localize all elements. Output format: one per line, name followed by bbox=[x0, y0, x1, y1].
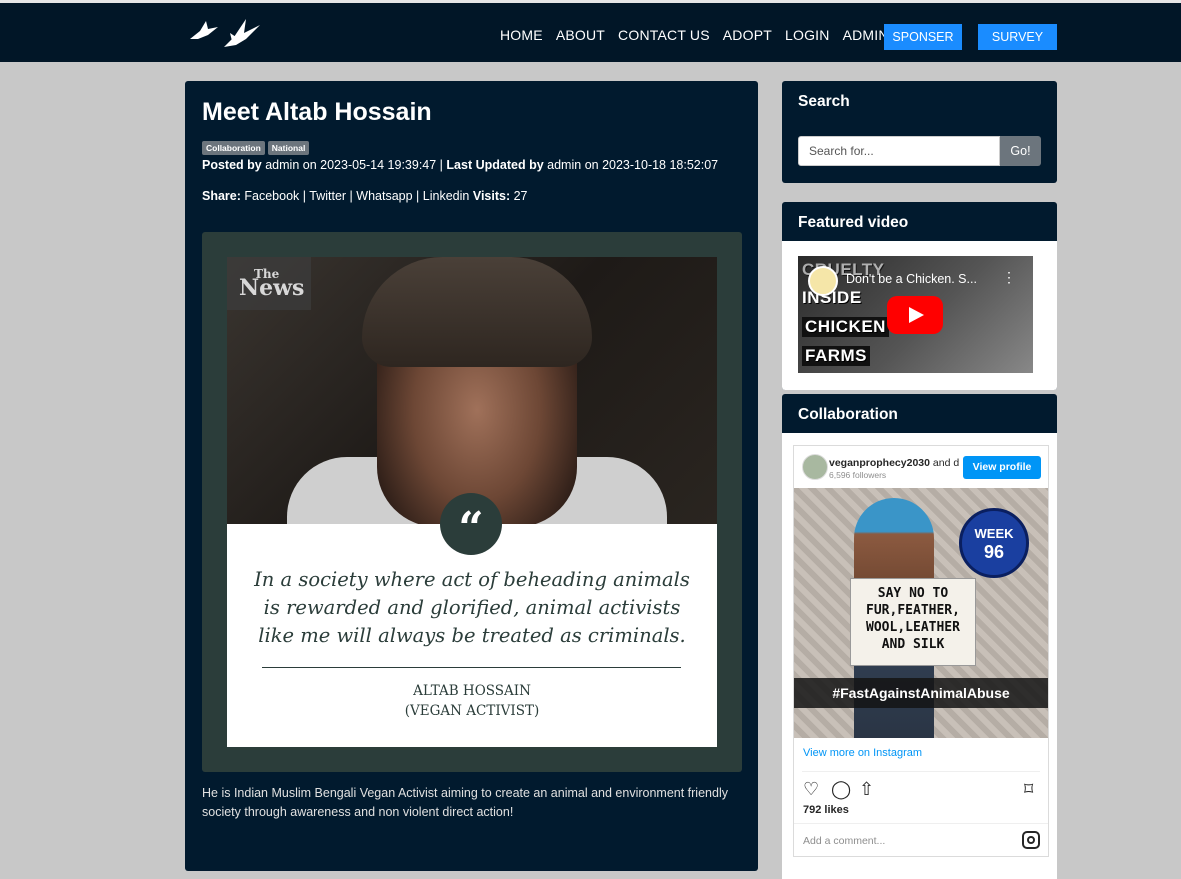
post-meta: Posted by admin on 2023-05-14 19:39:47 |… bbox=[202, 158, 718, 172]
featured-video-widget: Featured video CRUELTY INSIDE CHICKEN FA… bbox=[782, 202, 1057, 390]
quote-line-2: is rewarded and glorified, animal activi… bbox=[263, 596, 681, 619]
likes-count: 792 likes bbox=[803, 804, 849, 816]
post-card: Meet Altab Hossain Collaboration Nationa… bbox=[185, 81, 758, 871]
posted-by-label: Posted by bbox=[202, 158, 262, 172]
video-thumbnail[interactable]: CRUELTY INSIDE CHICKEN FARMS Don't be a … bbox=[798, 256, 1033, 373]
video-more-icon[interactable]: ⋮ bbox=[1002, 269, 1016, 286]
post-badges: Collaboration National bbox=[202, 141, 310, 155]
navbar: HOME ABOUT CONTACT US ADOPT LOGIN ADMIN … bbox=[0, 3, 1181, 62]
the-news-logo-news: News bbox=[239, 275, 305, 301]
quote-icon: “ bbox=[440, 493, 502, 555]
instagram-header: veganprophecy2030 and d 6,596 followers … bbox=[794, 446, 1048, 488]
survey-button[interactable]: SURVEY bbox=[978, 24, 1057, 50]
posted-by-user: admin bbox=[265, 158, 300, 172]
instagram-username[interactable]: veganprophecy2030 and d bbox=[829, 457, 959, 469]
view-more-instagram-link[interactable]: View more on Instagram bbox=[803, 747, 922, 759]
add-comment-input[interactable]: Add a comment... bbox=[803, 835, 885, 847]
badge-national[interactable]: National bbox=[267, 141, 310, 155]
visits-count: 27 bbox=[513, 189, 528, 203]
sign-line-3: WOOL,LEATHER bbox=[866, 620, 960, 635]
search-widget: Search Search for... Go! bbox=[782, 81, 1057, 183]
comment-icon[interactable]: ◯ bbox=[831, 779, 851, 800]
week-badge-number: 96 bbox=[983, 542, 1005, 562]
instagram-logo-icon[interactable] bbox=[1022, 831, 1040, 849]
featured-video-title: Featured video bbox=[798, 214, 909, 231]
share-label: Share: bbox=[202, 189, 241, 203]
week-badge-label: WEEK bbox=[974, 526, 1014, 541]
the-news-logo: The News bbox=[227, 257, 311, 310]
quote-text: In a society where act of beheading anim… bbox=[227, 566, 717, 650]
photo-turban bbox=[362, 257, 592, 367]
instagram-divider bbox=[802, 771, 1040, 772]
post-image: The News “ In a society where act of beh… bbox=[202, 232, 742, 772]
week-badge: WEEK 96 bbox=[959, 508, 1029, 578]
instagram-username-suffix: and d bbox=[932, 457, 960, 469]
updated-by-label: Last Updated by bbox=[446, 158, 544, 172]
video-title[interactable]: Don't be a Chicken. S... bbox=[846, 272, 977, 286]
search-input[interactable]: Search for... bbox=[798, 136, 1000, 166]
instagram-username-text: veganprophecy2030 bbox=[829, 457, 930, 469]
sign-line-2: FUR,FEATHER, bbox=[866, 603, 960, 618]
instagram-photo[interactable]: WEEK 96 SAY NO TO FUR,FEATHER, WOOL,LEAT… bbox=[794, 488, 1048, 738]
instagram-actions: ♡ ◯ ⇧ ⌑ bbox=[803, 779, 1041, 801]
quote-author-role: (VEGAN ACTIVIST) bbox=[404, 703, 540, 719]
heart-icon[interactable]: ♡ bbox=[803, 779, 819, 800]
share-row: Share: Facebook | Twitter | Whatsapp | L… bbox=[202, 189, 528, 203]
share-linkedin-link[interactable]: Linkedin bbox=[423, 189, 470, 203]
sign-line-4: AND SILK bbox=[881, 637, 945, 652]
quote-author: ALTAB HOSSAIN (VEGAN ACTIVIST) bbox=[227, 681, 717, 721]
protest-sign: SAY NO TO FUR,FEATHER, WOOL,LEATHER AND … bbox=[850, 578, 976, 666]
share-whatsapp-link[interactable]: Whatsapp bbox=[356, 189, 412, 203]
instagram-embed: veganprophecy2030 and d 6,596 followers … bbox=[793, 445, 1049, 857]
visits-label: Visits: bbox=[472, 189, 511, 203]
nav-about[interactable]: ABOUT bbox=[556, 27, 605, 43]
instagram-avatar[interactable] bbox=[802, 454, 828, 480]
video-thumb-word-4: FARMS bbox=[802, 346, 870, 366]
updated-on-date: on 2023-10-18 18:52:07 bbox=[584, 158, 719, 172]
nav-contact-us[interactable]: CONTACT US bbox=[618, 27, 710, 43]
sign-line-1: SAY NO TO bbox=[877, 586, 949, 601]
nav-adopt[interactable]: ADOPT bbox=[723, 27, 772, 43]
collaboration-widget: Collaboration veganprophecy2030 and d 6,… bbox=[782, 394, 1057, 879]
collaboration-title: Collaboration bbox=[798, 406, 898, 423]
nav-links: HOME ABOUT CONTACT US ADOPT LOGIN ADMIN bbox=[500, 27, 902, 43]
search-go-button[interactable]: Go! bbox=[1000, 136, 1041, 166]
view-profile-button[interactable]: View profile bbox=[963, 456, 1041, 479]
share-facebook-link[interactable]: Facebook bbox=[244, 189, 299, 203]
nav-home[interactable]: HOME bbox=[500, 27, 543, 43]
updated-by-user: admin bbox=[547, 158, 582, 172]
posted-on-date: on 2023-05-14 19:39:47 | bbox=[302, 158, 443, 172]
youtube-play-icon[interactable] bbox=[887, 296, 943, 334]
instagram-divider-2 bbox=[794, 823, 1048, 824]
collaboration-body: veganprophecy2030 and d 6,596 followers … bbox=[782, 433, 1057, 879]
channel-avatar-icon[interactable] bbox=[808, 266, 838, 296]
birds-logo-icon[interactable] bbox=[186, 11, 264, 55]
instagram-followers: 6,596 followers bbox=[829, 470, 887, 480]
video-thumb-word-3: CHICKEN bbox=[802, 317, 889, 337]
bookmark-icon[interactable]: ⌑ bbox=[1024, 779, 1033, 800]
featured-video-body: CRUELTY INSIDE CHICKEN FARMS Don't be a … bbox=[782, 241, 1057, 390]
badge-collaboration[interactable]: Collaboration bbox=[202, 141, 265, 155]
post-title: Meet Altab Hossain bbox=[202, 98, 432, 126]
portrait-photo: The News bbox=[227, 257, 717, 524]
nav-admin[interactable]: ADMIN bbox=[843, 27, 889, 43]
search-widget-title: Search bbox=[798, 93, 850, 110]
quote-author-name: ALTAB HOSSAIN bbox=[413, 683, 531, 699]
quote-line-3: like me will always be treated as crimin… bbox=[258, 624, 686, 647]
post-description: He is Indian Muslim Bengali Vegan Activi… bbox=[202, 786, 728, 819]
quote-line-1: In a society where act of beheading anim… bbox=[254, 568, 690, 591]
share-twitter-link[interactable]: Twitter bbox=[309, 189, 346, 203]
share-icon[interactable]: ⇧ bbox=[859, 779, 874, 800]
hashtag-banner: #FastAgainstAnimalAbuse bbox=[794, 678, 1048, 708]
nav-login[interactable]: LOGIN bbox=[785, 27, 830, 43]
quote-divider bbox=[262, 667, 681, 668]
sponser-button[interactable]: SPONSER bbox=[884, 24, 962, 50]
